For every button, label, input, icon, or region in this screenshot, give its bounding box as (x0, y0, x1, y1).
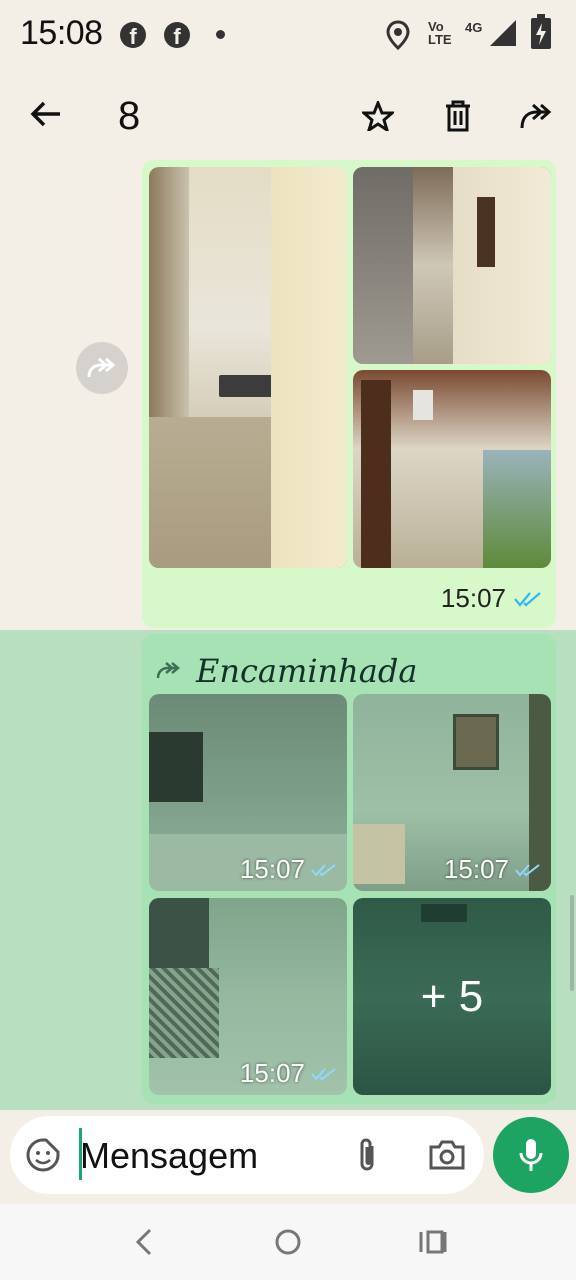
forward-shortcut-icon[interactable] (76, 342, 128, 394)
message-time: 15:07 (440, 583, 506, 613)
forwarded-label: Encaminhada (196, 652, 418, 690)
location-icon (386, 20, 410, 50)
photo-corridor-sink[interactable] (149, 167, 347, 568)
selected-message-row[interactable]: Encaminhada 15:07 15:07 15:07 + 5 (0, 630, 576, 1110)
trash-icon[interactable] (434, 92, 482, 140)
status-bar: 15:08 f f Vo LTE 4G (0, 0, 576, 72)
forward-icon[interactable] (512, 92, 560, 140)
photo-balcony-2[interactable] (353, 370, 551, 568)
sticker-icon[interactable] (26, 1138, 60, 1172)
battery-icon (531, 14, 551, 49)
photo-room[interactable]: 15:07 (149, 694, 347, 891)
attach-icon[interactable] (354, 1138, 380, 1174)
photo-tiled-room[interactable]: 15:07 (149, 898, 347, 1095)
chat-area[interactable]: 15:07 Encaminhada 15:07 15:07 15:07 + 5 (0, 160, 576, 1110)
facebook-icon: f (120, 22, 146, 49)
signal-icon (490, 20, 516, 46)
selected-count: 8 (118, 94, 141, 138)
nav-recents-icon[interactable] (418, 1228, 448, 1256)
mic-button[interactable] (493, 1117, 569, 1193)
photo-bathroom[interactable]: 15:07 (353, 694, 551, 891)
dot-icon (216, 30, 225, 39)
facebook-icon: f (164, 22, 190, 49)
message-input[interactable]: Mensagem (80, 1135, 258, 1177)
message-meta: 15:07 (441, 583, 542, 614)
system-nav-bar (0, 1204, 576, 1280)
message-bubble-forwarded[interactable]: Encaminhada 15:07 15:07 15:07 + 5 (142, 634, 556, 1104)
photo-more[interactable]: + 5 (353, 898, 551, 1095)
message-bubble-photos[interactable]: 15:07 (142, 160, 556, 628)
forwarded-icon (156, 662, 180, 679)
4g-icon: 4G (465, 20, 483, 35)
nav-home-icon[interactable] (274, 1228, 302, 1256)
forwarded-label-row: Encaminhada (156, 652, 417, 690)
back-arrow-icon[interactable] (22, 90, 70, 138)
status-time: 15:08 (20, 14, 103, 52)
camera-icon[interactable] (428, 1139, 466, 1171)
photo-balcony-1[interactable] (353, 167, 551, 364)
message-input-bar[interactable]: Mensagem (10, 1116, 484, 1194)
selection-toolbar: 8 (0, 72, 576, 160)
mic-icon (519, 1139, 543, 1171)
star-icon[interactable] (354, 92, 402, 140)
volte-icon: Vo LTE (428, 19, 452, 47)
read-ticks-icon (514, 591, 541, 607)
more-photos-count: + 5 (420, 971, 484, 1021)
scrollbar[interactable] (570, 895, 574, 991)
nav-back-icon[interactable] (134, 1228, 154, 1256)
